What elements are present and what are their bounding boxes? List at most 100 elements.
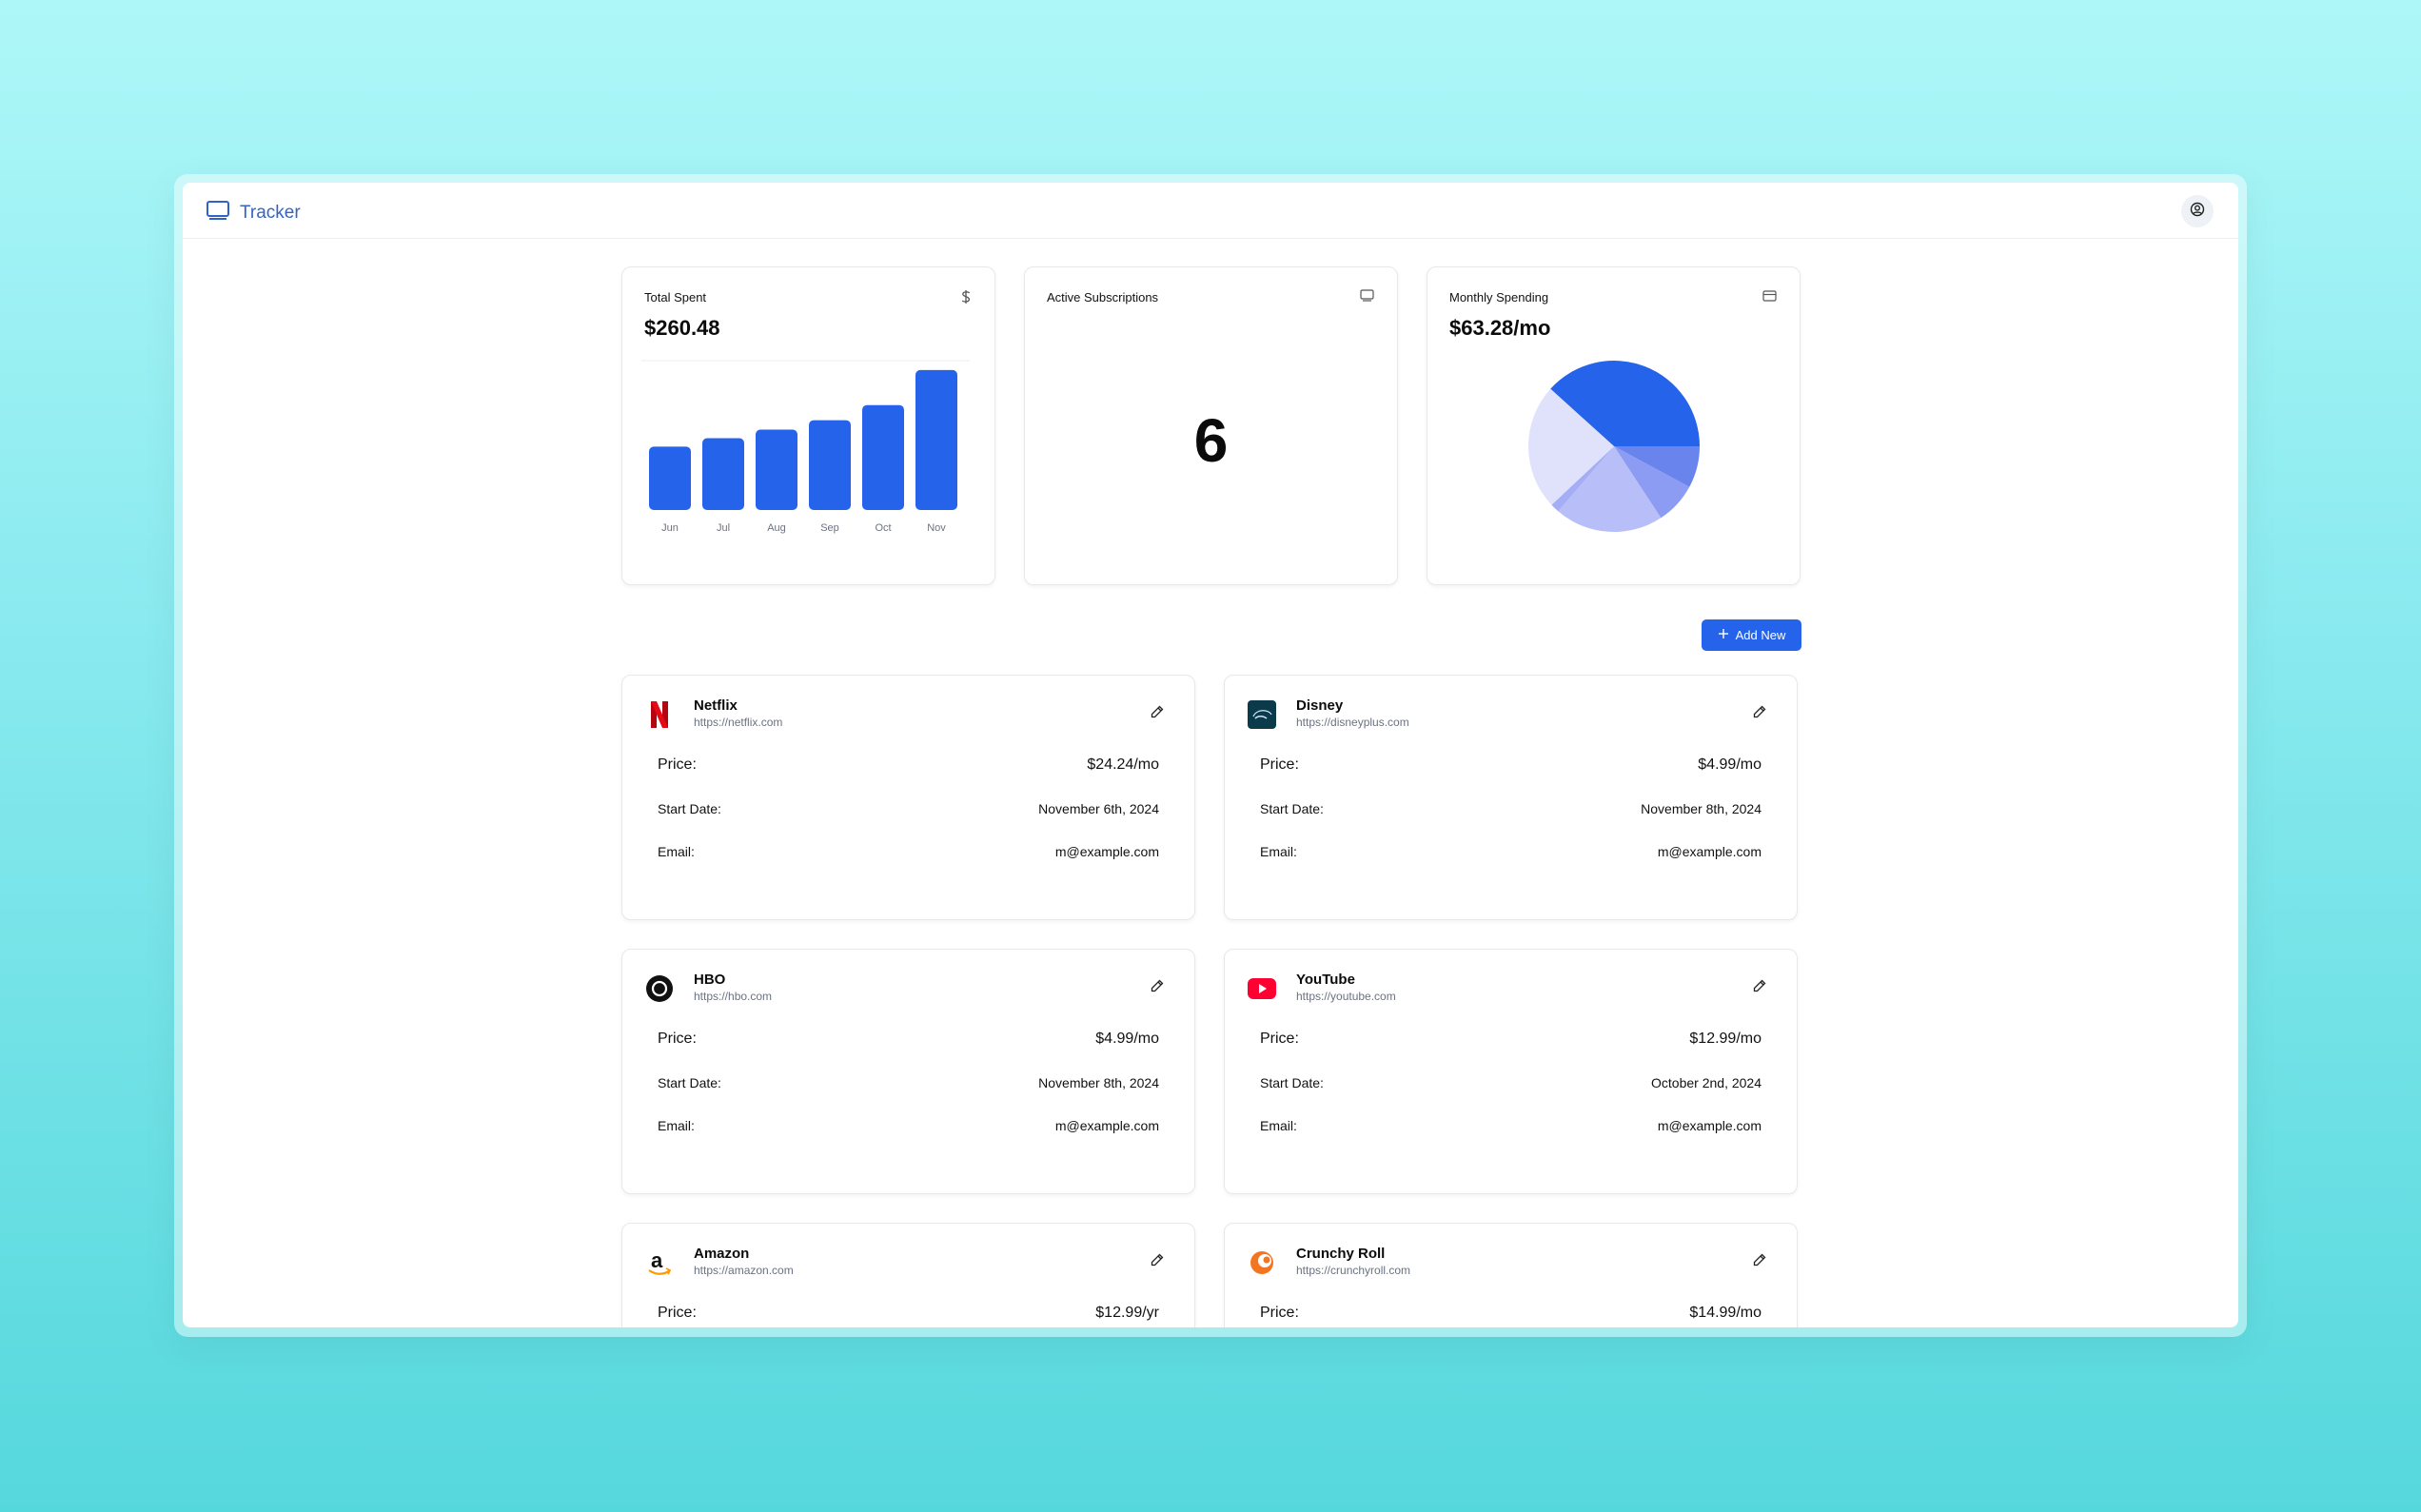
edit-button[interactable] bbox=[1149, 1253, 1166, 1270]
edit-button[interactable] bbox=[1149, 705, 1166, 722]
price-value: $24.24/mo bbox=[1087, 756, 1159, 773]
x-tick-label: Nov bbox=[927, 522, 946, 534]
x-tick-label: Jun bbox=[661, 522, 679, 534]
total-spent-label: Total Spent bbox=[644, 290, 707, 304]
email-label: Email: bbox=[658, 1118, 695, 1133]
subscription-name: YouTube bbox=[1296, 972, 1355, 988]
bar-oct[interactable] bbox=[862, 404, 904, 510]
top-bar: Tracker bbox=[183, 183, 2238, 239]
subscription-name: Disney bbox=[1296, 697, 1344, 714]
monitor-icon bbox=[206, 199, 230, 226]
subscription-url[interactable]: https://crunchyroll.com bbox=[1296, 1264, 1410, 1277]
price-row: Price: $12.99/mo bbox=[1260, 1031, 1762, 1048]
svg-text:a: a bbox=[651, 1248, 663, 1272]
pencil-icon bbox=[1753, 1253, 1766, 1271]
subscription-name: Crunchy Roll bbox=[1296, 1246, 1386, 1262]
plus-icon bbox=[1718, 628, 1729, 642]
spending-bar-chart: Jun Jul Aug Sep Oct Nov bbox=[641, 360, 970, 534]
active-subscriptions-card: Active Subscriptions 6 bbox=[1024, 266, 1398, 585]
subscription-name: Netflix bbox=[694, 697, 738, 714]
start-date-value: October 2nd, 2024 bbox=[1651, 1075, 1762, 1090]
edit-button[interactable] bbox=[1751, 1253, 1768, 1270]
price-row: Price: $4.99/mo bbox=[658, 1031, 1159, 1048]
monitor-icon bbox=[1360, 289, 1374, 306]
crunchyroll-logo-icon bbox=[1248, 1248, 1276, 1277]
edit-button[interactable] bbox=[1149, 979, 1166, 996]
bar-aug[interactable] bbox=[756, 429, 797, 510]
pencil-icon bbox=[1151, 705, 1164, 723]
bar-sep[interactable] bbox=[809, 420, 851, 510]
bar-nov[interactable] bbox=[915, 369, 957, 510]
brand[interactable]: Tracker bbox=[206, 199, 301, 226]
subscription-url[interactable]: https://netflix.com bbox=[694, 716, 782, 729]
email-value: m@example.com bbox=[1657, 844, 1762, 859]
spending-pie-chart bbox=[1528, 361, 1700, 532]
dollar-icon bbox=[960, 289, 972, 309]
subscription-card-hbo: HBO https://hbo.com Price: $4.99/mo Star… bbox=[621, 949, 1195, 1194]
subscription-card-amazon: a Amazon https://amazon.com Price: $12.9… bbox=[621, 1223, 1195, 1327]
subscription-card-youtube: YouTube https://youtube.com Price: $12.9… bbox=[1224, 949, 1798, 1194]
subscription-url[interactable]: https://disneyplus.com bbox=[1296, 716, 1409, 729]
email-value: m@example.com bbox=[1054, 1118, 1159, 1133]
price-label: Price: bbox=[1260, 1305, 1299, 1321]
price-row: Price: $14.99/mo bbox=[1260, 1305, 1762, 1322]
pencil-icon bbox=[1753, 979, 1766, 997]
monthly-spending-value: $63.28/mo bbox=[1449, 316, 1551, 340]
subscription-card-disney: Disney https://disneyplus.com Price: $4.… bbox=[1224, 675, 1798, 920]
start-date-value: November 6th, 2024 bbox=[1038, 801, 1159, 816]
subscription-name: HBO bbox=[694, 972, 726, 988]
email-label: Email: bbox=[658, 844, 695, 859]
active-subscriptions-label: Active Subscriptions bbox=[1047, 290, 1159, 304]
x-tick-label: Sep bbox=[820, 522, 839, 534]
subscription-card-crunchyroll: Crunchy Roll https://crunchyroll.com Pri… bbox=[1224, 1223, 1798, 1327]
edit-button[interactable] bbox=[1751, 979, 1768, 996]
hbo-logo-icon bbox=[645, 974, 674, 1003]
stats-row: Total Spent $260.48 Jun Jul Aug Sep Oct Nov A… bbox=[621, 266, 1801, 585]
start-date-label: Start Date: bbox=[658, 1075, 721, 1090]
edit-button[interactable] bbox=[1751, 705, 1768, 722]
email-row: Email: m@example.com bbox=[1260, 1118, 1762, 1133]
start-date-row: Start Date: November 6th, 2024 bbox=[658, 801, 1159, 816]
bar-jun[interactable] bbox=[649, 446, 691, 510]
app-window: Tracker Total Spent $260.48 Jun Jul Aug … bbox=[183, 183, 2238, 1327]
email-row: Email: m@example.com bbox=[1260, 844, 1762, 859]
pencil-icon bbox=[1753, 705, 1766, 723]
pencil-icon bbox=[1151, 979, 1164, 997]
start-date-value: November 8th, 2024 bbox=[1038, 1075, 1159, 1090]
price-label: Price: bbox=[1260, 756, 1299, 773]
price-row: Price: $4.99/mo bbox=[1260, 756, 1762, 774]
x-tick-label: Jul bbox=[717, 522, 730, 534]
amazon-logo-icon: a bbox=[645, 1248, 674, 1277]
monthly-spending-label: Monthly Spending bbox=[1449, 290, 1549, 304]
total-spent-value: $260.48 bbox=[644, 316, 720, 340]
add-new-button[interactable]: Add New bbox=[1702, 619, 1801, 651]
price-label: Price: bbox=[658, 1031, 697, 1047]
youtube-logo-icon bbox=[1248, 974, 1276, 1003]
subscriptions-grid: Netflix https://netflix.com Price: $24.2… bbox=[621, 675, 1801, 1327]
start-date-label: Start Date: bbox=[1260, 1075, 1324, 1090]
start-date-value: November 8th, 2024 bbox=[1641, 801, 1762, 816]
total-spent-card: Total Spent $260.48 Jun Jul Aug Sep Oct Nov bbox=[621, 266, 995, 585]
subscription-url[interactable]: https://amazon.com bbox=[694, 1264, 794, 1277]
start-date-row: Start Date: October 2nd, 2024 bbox=[1260, 1075, 1762, 1090]
price-value: $14.99/mo bbox=[1689, 1305, 1762, 1321]
subscription-card-netflix: Netflix https://netflix.com Price: $24.2… bbox=[621, 675, 1195, 920]
main-content: Total Spent $260.48 Jun Jul Aug Sep Oct Nov A… bbox=[621, 266, 1801, 1327]
bar-jul[interactable] bbox=[702, 438, 744, 510]
x-tick-label: Aug bbox=[767, 522, 786, 534]
pencil-icon bbox=[1151, 1253, 1164, 1271]
subscription-name: Amazon bbox=[694, 1246, 750, 1262]
price-value: $4.99/mo bbox=[1698, 756, 1762, 773]
price-label: Price: bbox=[658, 1305, 697, 1321]
profile-button[interactable] bbox=[2181, 195, 2214, 227]
price-value: $12.99/yr bbox=[1095, 1305, 1159, 1321]
start-date-row: Start Date: November 8th, 2024 bbox=[1260, 801, 1762, 816]
price-value: $12.99/mo bbox=[1689, 1031, 1762, 1047]
app-title: Tracker bbox=[240, 202, 301, 223]
email-row: Email: m@example.com bbox=[658, 1118, 1159, 1133]
email-row: Email: m@example.com bbox=[658, 844, 1159, 859]
subscription-url[interactable]: https://youtube.com bbox=[1296, 990, 1396, 1003]
subscription-url[interactable]: https://hbo.com bbox=[694, 990, 772, 1003]
x-tick-label: Oct bbox=[875, 522, 891, 534]
user-circle-icon bbox=[2190, 202, 2205, 222]
